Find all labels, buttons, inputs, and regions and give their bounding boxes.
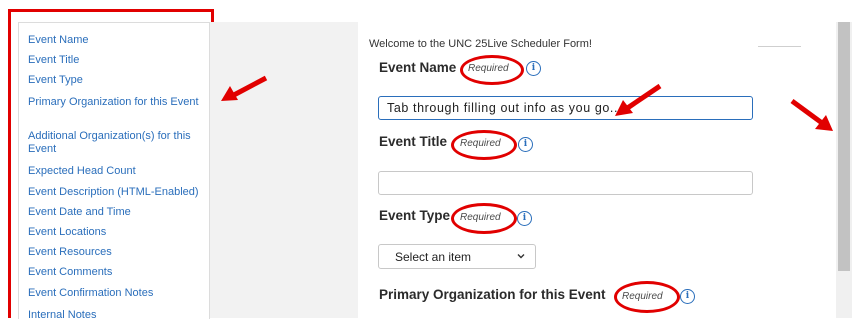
event-name-input[interactable] — [378, 96, 753, 120]
info-icon[interactable]: i — [518, 137, 533, 152]
event-type-selected-value: Select an item — [395, 250, 472, 264]
divider — [758, 46, 801, 47]
event-title-input[interactable] — [378, 171, 753, 195]
annotation-arrow-icon — [790, 98, 833, 131]
info-icon[interactable]: i — [517, 211, 532, 226]
content-gutter — [210, 22, 358, 318]
chevron-down-icon — [517, 254, 525, 259]
info-icon[interactable]: i — [526, 61, 541, 76]
scrollbar-thumb[interactable] — [838, 22, 850, 271]
event-type-label: Event Type — [379, 208, 451, 223]
info-icon[interactable]: i — [680, 289, 695, 304]
required-highlight-circle — [460, 55, 524, 85]
required-highlight-circle — [451, 130, 517, 160]
event-name-label: Event Name — [379, 60, 457, 75]
annotation-arrow-icon — [615, 83, 662, 116]
welcome-text: Welcome to the UNC 25Live Scheduler Form… — [369, 38, 592, 50]
event-type-dropdown[interactable]: Select an item — [378, 244, 536, 269]
required-highlight-circle — [614, 281, 680, 313]
event-title-label: Event Title — [379, 134, 448, 149]
annotation-arrow-icon — [221, 75, 268, 101]
required-highlight-circle — [451, 203, 517, 234]
primary-organization-label: Primary Organization for this Event — [379, 287, 606, 302]
nav-highlight-box — [8, 9, 214, 318]
